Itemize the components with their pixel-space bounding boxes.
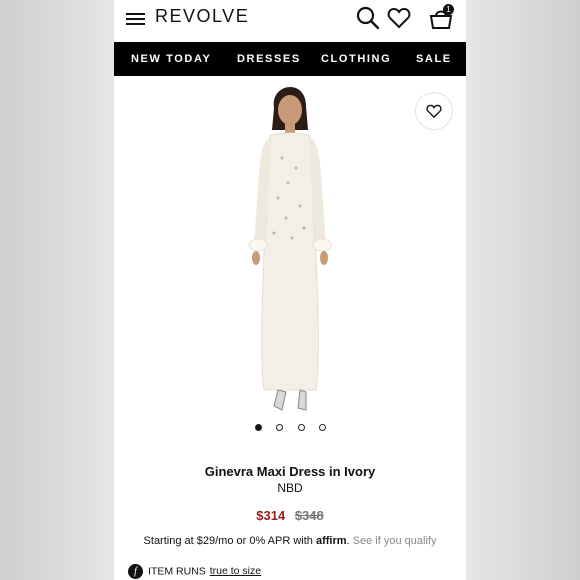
fit-label: ITEM RUNS — [148, 565, 206, 578]
mobile-screen: REVOLVE 1 NEW TODAY DRESSES CLOTHING SAL… — [114, 0, 466, 580]
carousel-dot-4[interactable] — [319, 424, 326, 431]
product-title: Ginevra Maxi Dress in Ivory — [204, 464, 376, 479]
search-icon[interactable] — [355, 5, 381, 31]
financing-message: Starting at $29/mo or 0% APR with affirm… — [143, 535, 437, 547]
add-to-wishlist-button[interactable] — [415, 92, 453, 130]
carousel-dot-3[interactable] — [298, 424, 305, 431]
financing-text: Starting at $29/mo or 0% APR with — [143, 535, 313, 547]
original-price: $348 — [294, 508, 324, 523]
fit-value-link[interactable]: true to size — [210, 565, 261, 577]
carousel-dot-2[interactable] — [276, 424, 283, 431]
heart-outline-icon — [426, 104, 442, 118]
see-if-you-qualify-link[interactable]: See if you qualify — [353, 535, 437, 547]
heart-icon[interactable] — [386, 5, 412, 31]
nav-sale[interactable]: SALE — [416, 53, 452, 65]
nav-dresses[interactable]: DRESSES — [237, 53, 301, 65]
background-right — [466, 0, 580, 580]
fit-info-icon: f — [128, 564, 143, 579]
product-brand[interactable]: NBD — [114, 481, 466, 495]
sale-price: $314 — [256, 508, 286, 523]
category-nav: NEW TODAY DRESSES CLOTHING SALE — [114, 42, 466, 76]
background-left — [0, 0, 114, 580]
cart-count-badge: 1 — [443, 4, 454, 15]
price-row: $314 $348 — [114, 508, 466, 523]
site-header: REVOLVE 1 — [114, 0, 466, 42]
fit-info: f ITEM RUNS true to size — [128, 564, 261, 579]
product-image-carousel[interactable] — [114, 76, 466, 446]
carousel-dots — [114, 424, 466, 434]
carousel-dot-1[interactable] — [255, 424, 262, 431]
nav-clothing[interactable]: CLOTHING — [321, 53, 391, 65]
affirm-logo: affirm — [315, 535, 347, 547]
site-logo[interactable]: REVOLVE — [155, 6, 249, 27]
product-image — [248, 87, 332, 411]
shopping-bag-icon[interactable]: 1 — [428, 4, 454, 31]
nav-new-today[interactable]: NEW TODAY — [131, 53, 211, 65]
menu-icon[interactable] — [126, 10, 146, 26]
